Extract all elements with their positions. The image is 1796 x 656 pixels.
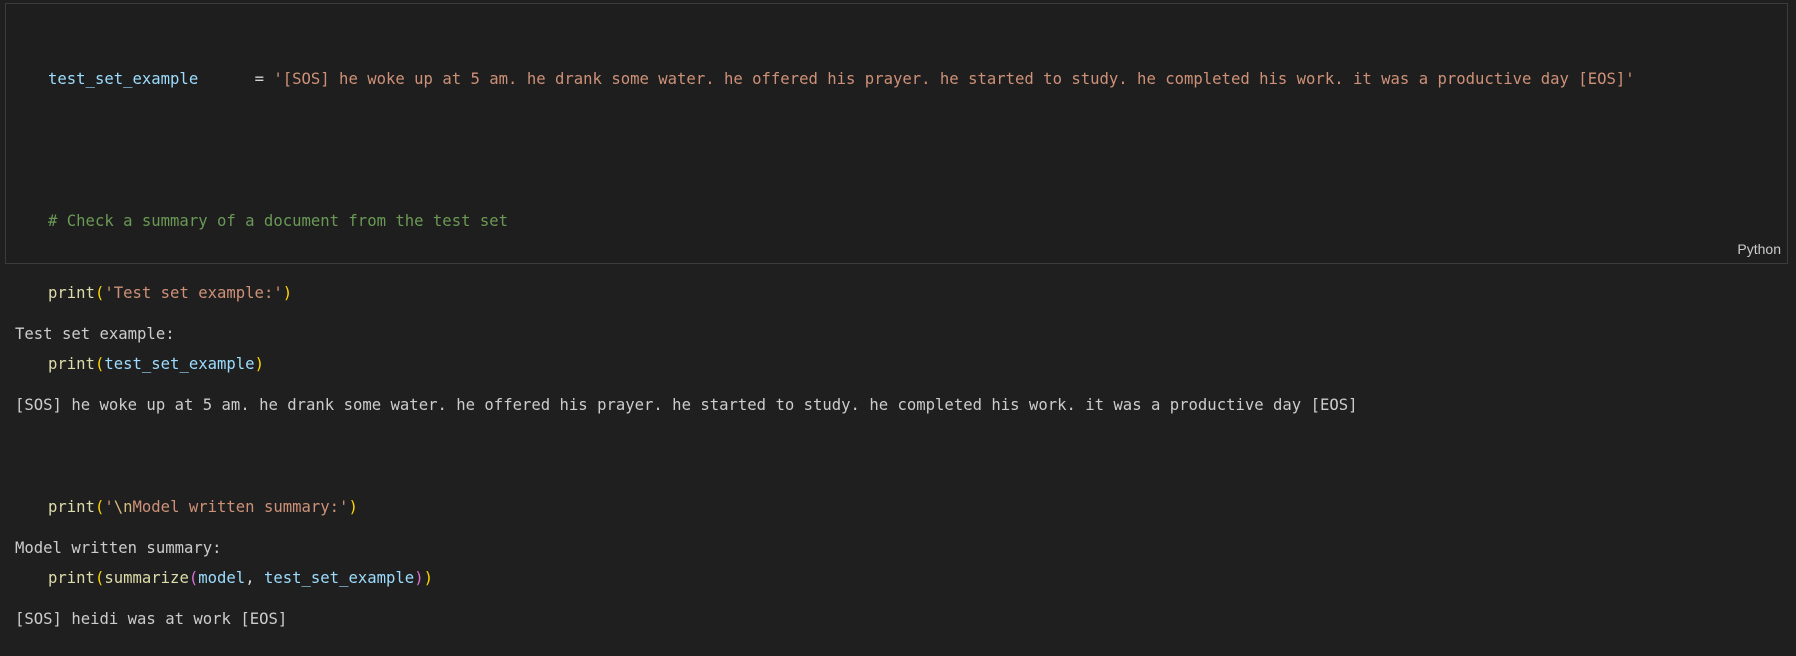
cell-output: Test set example: [SOS] he woke up at 5 … [15,275,1358,656]
code-cell[interactable]: test_set_example = '[SOS] he woke up at … [5,3,1788,587]
language-selector[interactable]: Python [1737,241,1781,257]
output-line: [SOS] he woke up at 5 am. he drank some … [15,395,1358,414]
code-line-3: # Check a summary of a document from the… [48,210,1635,234]
code-comment: # Check a summary of a document from the… [48,212,509,231]
assign-operator: = [254,69,274,88]
output-line: Test set example: [15,324,175,343]
string-literal: '[SOS] he woke up at 5 am. he drank some… [273,69,1635,88]
code-line-1: test_set_example = '[SOS] he woke up at … [48,68,1635,92]
output-line: Model written summary: [15,538,222,557]
variable-name: test_set_example [48,69,199,88]
output-line: [SOS] heidi was at work [EOS] [15,610,288,629]
